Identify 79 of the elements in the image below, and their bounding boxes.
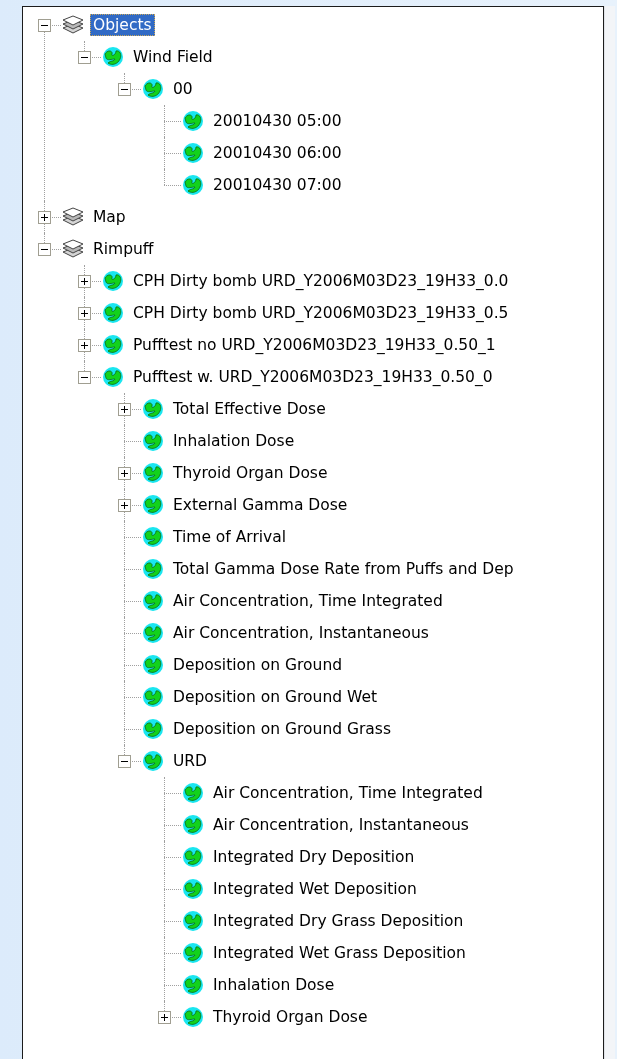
tree-item[interactable]: URD [170,750,211,772]
globe-icon [181,1006,205,1028]
tree-item[interactable]: Integrated Wet Deposition [210,878,420,900]
tree-item[interactable]: 20010430 06:00 [210,142,345,164]
collapse-icon[interactable] [37,18,51,32]
layers-icon [61,206,85,228]
tree-item[interactable]: Air Concentration, Time Integrated [210,782,486,804]
tree-item[interactable]: Pufftest no URD_Y2006M03D23_19H33_0.50_1 [130,334,499,356]
expand-icon[interactable] [77,338,91,352]
collapse-icon[interactable] [117,754,131,768]
tree-item[interactable]: Pufftest w. URD_Y2006M03D23_19H33_0.50_0 [130,366,496,388]
globe-icon [181,110,205,132]
tree-item[interactable]: Time of Arrival [170,526,290,548]
globe-icon [181,142,205,164]
tree-item[interactable]: Thyroid Organ Dose [170,462,331,484]
globe-icon [141,462,165,484]
collapse-icon[interactable] [117,82,131,96]
globe-icon [141,718,165,740]
tree-item[interactable]: 20010430 07:00 [210,174,345,196]
globe-icon [181,174,205,196]
globe-icon [181,974,205,996]
tree-item[interactable]: Wind Field [130,46,216,68]
expand-icon[interactable] [37,210,51,224]
globe-icon [101,302,125,324]
globe-icon [141,654,165,676]
globe-icon [141,526,165,548]
tree-item[interactable]: 20010430 05:00 [210,110,345,132]
expand-icon[interactable] [117,498,131,512]
globe-icon [141,558,165,580]
layers-icon [61,14,85,36]
tree-item[interactable]: CPH Dirty bomb URD_Y2006M03D23_19H33_0.0 [130,270,512,292]
collapse-icon[interactable] [77,50,91,64]
tree-item[interactable]: Air Concentration, Time Integrated [170,590,446,612]
globe-icon [181,814,205,836]
scrollbar[interactable] [604,6,615,1059]
collapse-icon[interactable] [77,370,91,384]
collapse-icon[interactable] [37,242,51,256]
tree-item[interactable]: Air Concentration, Instantaneous [170,622,432,644]
globe-icon [181,846,205,868]
globe-icon [181,910,205,932]
globe-icon [181,878,205,900]
globe-icon [101,366,125,388]
globe-icon [141,686,165,708]
layers-icon [61,238,85,260]
tree-item[interactable]: Rimpuff [90,238,157,260]
tree-item[interactable]: Integrated Wet Grass Deposition [210,942,469,964]
tree-item[interactable]: Deposition on Ground [170,654,346,676]
tree-item[interactable]: Total Gamma Dose Rate from Puffs and Dep [170,558,517,580]
expand-icon[interactable] [117,402,131,416]
tree-item[interactable]: Thyroid Organ Dose [210,1006,371,1028]
globe-icon [141,590,165,612]
tree-item[interactable]: Inhalation Dose [210,974,338,996]
globe-icon [141,494,165,516]
expand-icon[interactable] [77,274,91,288]
tree-item[interactable]: Deposition on Ground Grass [170,718,394,740]
tree-item[interactable]: Deposition on Ground Wet [170,686,380,708]
globe-icon [181,942,205,964]
tree-item[interactable]: Air Concentration, Instantaneous [210,814,472,836]
globe-icon [141,622,165,644]
globe-icon [181,782,205,804]
expand-icon[interactable] [77,306,91,320]
globe-icon [101,270,125,292]
tree-item[interactable]: Integrated Dry Deposition [210,846,418,868]
expand-icon[interactable] [117,466,131,480]
globe-icon [141,398,165,420]
tree-item[interactable]: Map [90,206,129,228]
globe-icon [101,46,125,68]
tree-item[interactable]: Inhalation Dose [170,430,298,452]
expand-icon[interactable] [157,1010,171,1024]
tree-item[interactable]: External Gamma Dose [170,494,351,516]
globe-icon [141,78,165,100]
tree-item[interactable]: Integrated Dry Grass Deposition [210,910,467,932]
tree-item[interactable]: Total Effective Dose [170,398,329,420]
globe-icon [141,750,165,772]
tree-item[interactable]: Objects [90,14,155,36]
globe-icon [141,430,165,452]
globe-icon [101,334,125,356]
tree-item[interactable]: CPH Dirty bomb URD_Y2006M03D23_19H33_0.5 [130,302,512,324]
tree-item[interactable]: 00 [170,78,196,100]
